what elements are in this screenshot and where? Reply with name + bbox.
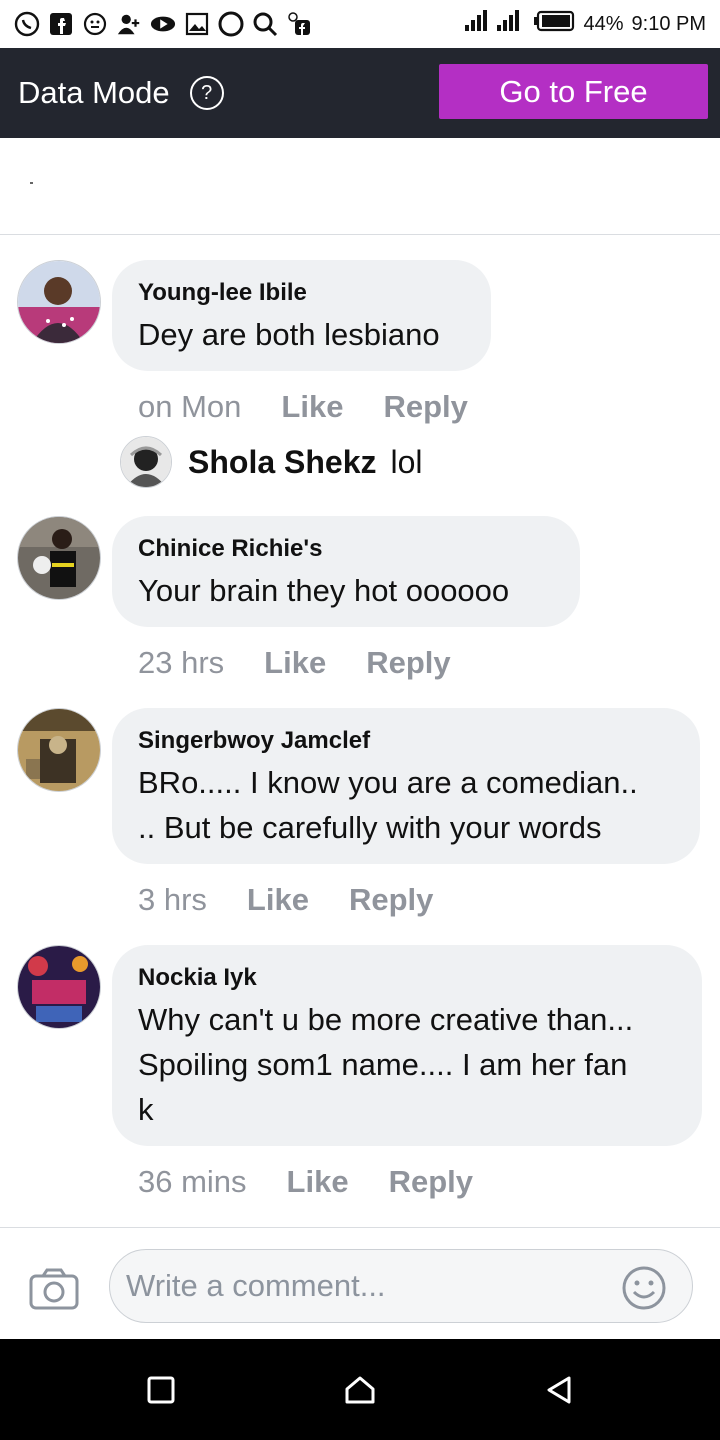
data-mode-bar: Data Mode ? Go to Free	[0, 48, 720, 138]
opera-icon	[218, 11, 244, 37]
comment-input[interactable]: Write a comment...	[109, 1249, 693, 1323]
facebook-icon	[48, 11, 74, 37]
post-area	[0, 138, 720, 235]
reply-button[interactable]: Reply	[389, 1164, 473, 1200]
add-friend-icon	[116, 11, 142, 37]
battery-icon	[533, 10, 575, 38]
comment-time: 36 mins	[138, 1164, 247, 1199]
back-icon[interactable]	[544, 1375, 574, 1405]
comment-time: 3 hrs	[138, 882, 207, 917]
reply-button[interactable]: Reply	[349, 882, 433, 918]
like-button[interactable]: Like	[281, 389, 343, 425]
comment-meta: 36 mins Like Reply	[138, 1162, 513, 1202]
divider-dot	[30, 182, 33, 184]
system-nav-bar	[0, 1339, 720, 1440]
emoji-icon[interactable]	[622, 1266, 666, 1310]
facebook-notification-icon	[286, 11, 312, 37]
comment-text-line: Spoiling som1 name.... I am her fan	[138, 1047, 628, 1082]
comment-bubble[interactable]: Chinice Richie's Your brain they hot ooo…	[112, 516, 580, 627]
like-button[interactable]: Like	[247, 882, 309, 918]
data-mode-label: Data Mode	[18, 75, 170, 110]
recents-icon[interactable]	[146, 1375, 176, 1405]
comment-text-line: Dey are both lesbiano	[138, 317, 440, 352]
reply-author: Shola Shekz	[188, 443, 377, 480]
comment-text-line: .. But be carefully with your words	[138, 810, 602, 845]
camera-icon[interactable]	[28, 1266, 82, 1314]
home-icon[interactable]	[344, 1375, 375, 1405]
go-to-free-button[interactable]: Go to Free	[439, 64, 708, 119]
avatar[interactable]	[17, 516, 101, 600]
comment-author[interactable]: Singerbwoy Jamclef	[138, 726, 674, 756]
comment-bubble[interactable]: Nockia Iyk Why can't u be more creative …	[112, 945, 702, 1146]
comment-time: on Mon	[138, 389, 242, 424]
search-icon	[252, 11, 278, 37]
battery-percent: 44%	[583, 12, 624, 35]
comment-text-line: BRo..... I know you are a comedian..	[138, 765, 638, 800]
reply-preview[interactable]: Shola Shekz lol	[120, 436, 423, 488]
comment-meta: 3 hrs Like Reply	[138, 880, 473, 920]
comment-author[interactable]: Young-lee Ibile	[138, 278, 465, 308]
comment-time: 23 hrs	[138, 645, 225, 680]
comment-bubble[interactable]: Young-lee Ibile Dey are both lesbiano	[112, 260, 491, 371]
video-icon	[150, 11, 176, 37]
like-button[interactable]: Like	[287, 1164, 349, 1200]
comment-text-line: Why can't u be more creative than...	[138, 1002, 634, 1037]
system-status: 44% 9:10 PM	[461, 9, 706, 39]
reply-text: lol	[390, 443, 423, 480]
avatar[interactable]	[17, 260, 101, 344]
comment-text-line: k	[138, 1092, 154, 1127]
reply-button[interactable]: Reply	[383, 389, 467, 425]
avatar[interactable]	[17, 708, 101, 792]
comment-meta: on Mon Like Reply	[138, 387, 508, 427]
reply-avatar	[120, 436, 172, 488]
avatar[interactable]	[17, 945, 101, 1029]
comment-composer: Write a comment...	[0, 1227, 720, 1340]
whatsapp-icon	[14, 11, 40, 37]
status-bar: 44% 9:10 PM	[0, 0, 720, 48]
clock: 9:10 PM	[631, 12, 706, 35]
messenger-icon	[82, 11, 108, 37]
comment-meta: 23 hrs Like Reply	[138, 643, 491, 683]
image-icon	[184, 11, 210, 37]
comment-text-line: Your brain they hot oooooo	[138, 573, 510, 608]
signal-icon	[461, 9, 525, 39]
like-button[interactable]: Like	[264, 645, 326, 681]
notification-icons	[14, 11, 312, 37]
comment-author[interactable]: Chinice Richie's	[138, 534, 554, 564]
comment-input-placeholder: Write a comment...	[126, 1268, 386, 1303]
comment-bubble[interactable]: Singerbwoy Jamclef BRo..... I know you a…	[112, 708, 700, 864]
comment-author[interactable]: Nockia Iyk	[138, 963, 676, 993]
help-icon[interactable]: ?	[189, 76, 224, 110]
reply-button[interactable]: Reply	[366, 645, 450, 681]
